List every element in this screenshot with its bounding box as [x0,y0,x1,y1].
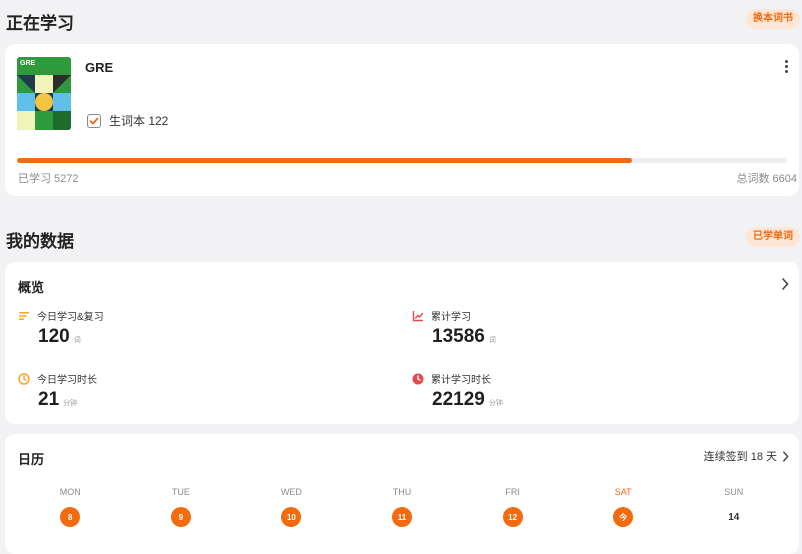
calendar-day[interactable]: 8 [15,507,126,527]
checked-in-date: 今 [613,507,634,527]
stat-unit: 分钟 [488,400,503,407]
date-row: 8 9 10 11 12 今 14 [15,507,789,527]
clock-icon [18,372,30,385]
my-data-section-title: 我的数据 [6,232,74,251]
weekday-label: SAT [614,487,632,497]
calendar-day[interactable]: 今 [568,507,679,527]
checkin-streak[interactable]: 连续签到 18 天 [704,448,789,464]
stat-total-duration: 累计学习时长 22129 分钟 [412,371,503,411]
chevron-right-icon [783,450,789,462]
calendar-day[interactable]: 12 [457,507,568,527]
overview-card[interactable]: 概览 今日学习&复习 120 词 累计学习 13586 词 今日学习时长 21 … [5,262,799,424]
learned-words-button[interactable]: 已学单词 [746,227,800,247]
weekday-label: SUN [724,487,744,497]
calendar-day[interactable]: 10 [236,507,347,527]
chevron-right-icon[interactable] [781,278,789,290]
stat-today-words: 今日学习&复习 120 词 [18,308,104,348]
list-lines-icon [19,311,29,320]
calendar-day[interactable]: 11 [347,507,458,527]
checked-in-date: 11 [392,507,413,527]
streak-label: 连续签到 18 天 [703,451,777,463]
weekday-row: MON TUE WED THU FRI SAT SUN [15,487,789,497]
book-cover[interactable]: GRE [17,57,71,130]
weekday-label: MON [59,487,81,497]
calendar-title: 日历 [18,452,45,467]
stat-unit: 分钟 [63,400,78,407]
study-progress-bar [17,158,787,163]
wordbook-toggle[interactable]: 生词本 122 [87,112,168,129]
wordbook-label: 生词本 122 [109,114,169,128]
stat-value: 13586 [432,326,485,347]
stat-total-words: 累计学习 13586 词 [412,308,496,348]
learned-count: 已学习 5272 [18,173,79,185]
more-options-icon[interactable] [783,60,789,76]
study-progress-fill [17,158,632,163]
stat-value: 120 [38,326,70,347]
weekday-cell: MON [15,487,126,497]
calendar-day[interactable]: 9 [126,507,237,527]
weekday-label: TUE [171,487,190,497]
checked-in-date: 8 [60,507,81,527]
stat-unit: 词 [73,337,81,344]
stat-label: 累计学习 [431,312,471,323]
checked-in-date: 9 [170,507,191,527]
weekday-label: FRI [505,487,520,497]
weekday-label: THU [392,487,412,497]
weekday-label: WED [280,487,302,497]
total-count: 总词数 6604 [736,173,797,185]
weekday-cell: FRI [457,487,568,497]
weekday-cell: TUE [126,487,237,497]
current-book-card[interactable]: GRE GRE 生词本 122 已学习 5272 总词数 6604 [5,44,799,196]
checkmark-icon [89,117,99,124]
stat-value: 22129 [432,389,485,410]
wordbook-checkbox[interactable] [87,113,101,128]
stat-label: 今日学习&复习 [37,312,104,323]
calendar-card[interactable]: 日历 连续签到 18 天 MON TUE WED THU FRI SAT SUN 8 9 10 1… [5,434,799,554]
checked-in-date: 12 [502,507,523,527]
change-book-button[interactable]: 换本词书 [746,9,800,29]
learning-section-title: 正在学习 [6,14,74,33]
stat-value: 21 [38,389,60,410]
calendar-day[interactable]: 14 [678,507,789,527]
stat-label: 今日学习时长 [37,375,97,386]
stat-unit: 词 [488,337,496,344]
weekday-cell: SUN [678,487,789,497]
book-cover-label: GRE [20,60,36,67]
clock-filled-icon [412,373,424,384]
trend-chart-icon [412,310,424,321]
weekday-cell: WED [236,487,347,497]
stat-label: 累计学习时长 [431,375,491,386]
overview-title: 概览 [18,280,45,295]
checked-in-date: 10 [281,507,302,527]
stat-today-duration: 今日学习时长 21 分钟 [18,371,97,411]
date-label: 14 [728,511,740,523]
book-name: GRE [85,60,114,75]
weekday-cell: SAT [568,487,679,497]
weekday-cell: THU [347,487,458,497]
